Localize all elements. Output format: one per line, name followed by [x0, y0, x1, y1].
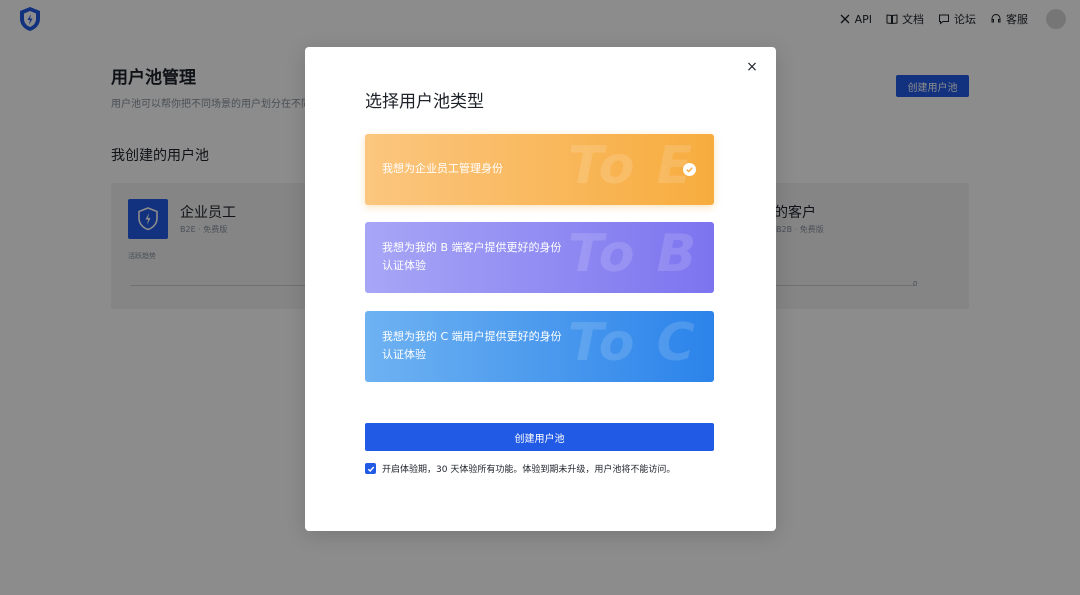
option-watermark: To C	[568, 313, 697, 373]
option-to-b[interactable]: To B 我想为我的 B 端客户提供更好的身份认证体验	[365, 222, 714, 293]
option-watermark: To E	[568, 136, 695, 196]
option-to-c[interactable]: To C 我想为我的 C 端用户提供更好的身份认证体验	[365, 311, 714, 382]
trial-text: 开启体验期，30 天体验所有功能。体验到期未升级，用户池将不能访问。	[382, 465, 676, 475]
selected-check-icon	[683, 163, 696, 176]
option-text: 我想为我的 B 端客户提供更好的身份认证体验	[382, 241, 562, 272]
close-icon[interactable]: ×	[744, 59, 760, 75]
select-pool-type-modal: × 选择用户池类型 To E 我想为企业员工管理身份 To B 我想为我的 B …	[305, 47, 776, 531]
check-icon	[367, 466, 374, 472]
option-to-e[interactable]: To E 我想为企业员工管理身份	[365, 134, 714, 205]
trial-option: 开启体验期，30 天体验所有功能。体验到期未升级，用户池将不能访问。	[365, 462, 675, 475]
option-text: 我想为我的 C 端用户提供更好的身份认证体验	[382, 330, 562, 361]
option-text: 我想为企业员工管理身份	[382, 162, 503, 175]
modal-title: 选择用户池类型	[365, 92, 484, 112]
modal-create-button[interactable]: 创建用户池	[365, 423, 714, 451]
option-watermark: To B	[568, 224, 699, 284]
trial-checkbox[interactable]	[365, 463, 376, 474]
